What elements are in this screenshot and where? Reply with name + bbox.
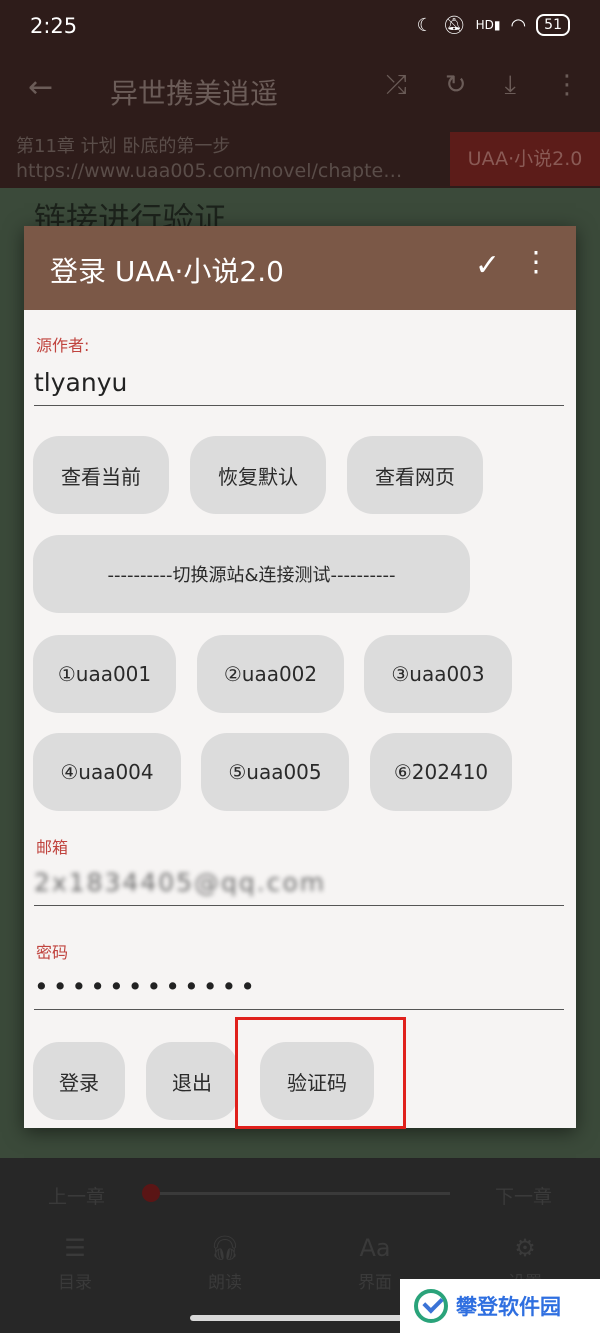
book-title: 异世携美逍遥 — [110, 77, 279, 110]
status-icons: ☾ 🔕︎ HD▮ ◠ 51 — [417, 14, 570, 36]
source-button[interactable]: UAA·小说2.0 — [450, 132, 600, 186]
chapter-title: 第11章 计划 卧底的第一步 — [16, 136, 231, 157]
email-field[interactable]: 2x1834405@qq.com — [34, 868, 564, 906]
tab-read-aloud[interactable]: 🎧︎ 朗读 — [175, 1234, 275, 1293]
tab-catalog[interactable]: ☰ 目录 — [25, 1234, 125, 1293]
login-dialog: 登录 UAA·小说2.0 ✓ ⋮ 源作者: tlyanyu 查看当前 恢复默认 … — [24, 226, 576, 1128]
gear-icon: ⚙ — [514, 1234, 536, 1262]
captcha-highlight-box — [235, 1017, 406, 1129]
chapter-bar: 第11章 计划 卧底的第一步 https://www.uaa005.com/no… — [0, 124, 600, 188]
dialog-title: 登录 UAA·小说2.0 — [50, 255, 284, 288]
moon-icon: ☾ — [416, 14, 433, 36]
site-button-uaa001[interactable]: ①uaa001 — [33, 635, 176, 713]
site-button-uaa004[interactable]: ④uaa004 — [33, 733, 181, 811]
headphones-icon: 🎧︎ — [209, 1234, 241, 1262]
watermark-text: 攀登软件园 — [456, 1295, 561, 1319]
view-current-button[interactable]: 查看当前 — [33, 436, 169, 514]
login-button[interactable]: 登录 — [33, 1042, 125, 1120]
site-button-202410[interactable]: ⑥202410 — [370, 733, 512, 811]
restore-default-button[interactable]: 恢复默认 — [190, 436, 326, 514]
wifi-icon: ◠ — [510, 14, 527, 36]
tab-label: 朗读 — [208, 1273, 242, 1293]
password-label: 密码 — [36, 943, 69, 962]
status-bar: 2:25 ☾ 🔕︎ HD▮ ◠ 51 — [0, 0, 600, 56]
gesture-bar[interactable] — [190, 1315, 410, 1321]
email-value: 2x1834405@qq.com — [34, 868, 327, 897]
password-field[interactable]: •••••••••••• — [34, 972, 564, 1010]
app-bar-actions: ⤮ ↻ ⤓ ⋮ — [386, 70, 580, 101]
battery-icon: 51 — [536, 14, 570, 36]
site-button-uaa002[interactable]: ②uaa002 — [197, 635, 344, 713]
site-button-uaa005[interactable]: ⑤uaa005 — [201, 733, 349, 811]
shuffle-icon[interactable]: ⤮ — [386, 70, 407, 101]
signal-icon: HD▮ — [475, 18, 501, 32]
author-field[interactable]: tlyanyu — [34, 368, 564, 406]
site-button-uaa003[interactable]: ③uaa003 — [364, 635, 512, 713]
watermark: 攀登软件园 — [400, 1279, 600, 1333]
progress-thumb[interactable] — [142, 1184, 160, 1202]
email-label: 邮箱 — [36, 838, 69, 857]
font-icon: Aa — [359, 1234, 391, 1262]
app-bar: ← 异世携美逍遥 ⤮ ↻ ⤓ ⋮ — [0, 56, 600, 124]
list-icon: ☰ — [64, 1234, 86, 1262]
switch-source-button[interactable]: ----------切换源站&连接测试---------- — [33, 535, 470, 613]
next-chapter-button[interactable]: 下一章 — [495, 1182, 552, 1209]
check-logo-icon — [414, 1289, 448, 1323]
dialog-header: 登录 UAA·小说2.0 ✓ ⋮ — [24, 226, 576, 310]
refresh-icon[interactable]: ↻ — [445, 70, 467, 101]
chapter-url: https://www.uaa005.com/novel/chapte… — [16, 160, 403, 182]
more-vert-icon[interactable]: ⋮ — [522, 248, 550, 276]
download-icon[interactable]: ⤓ — [505, 70, 517, 101]
check-icon[interactable]: ✓ — [475, 248, 500, 283]
view-web-button[interactable]: 查看网页 — [347, 436, 483, 514]
mute-icon: 🔕︎ — [442, 14, 466, 36]
author-label: 源作者: — [36, 336, 90, 355]
progress-track[interactable] — [150, 1192, 450, 1195]
tab-label: 界面 — [358, 1273, 392, 1293]
logout-button[interactable]: 退出 — [146, 1042, 238, 1120]
more-vert-icon[interactable]: ⋮ — [554, 70, 580, 101]
tab-label: 目录 — [58, 1273, 92, 1293]
clock: 2:25 — [30, 14, 78, 38]
prev-chapter-button[interactable]: 上一章 — [48, 1182, 105, 1209]
arrow-left-icon[interactable]: ← — [28, 70, 53, 105]
